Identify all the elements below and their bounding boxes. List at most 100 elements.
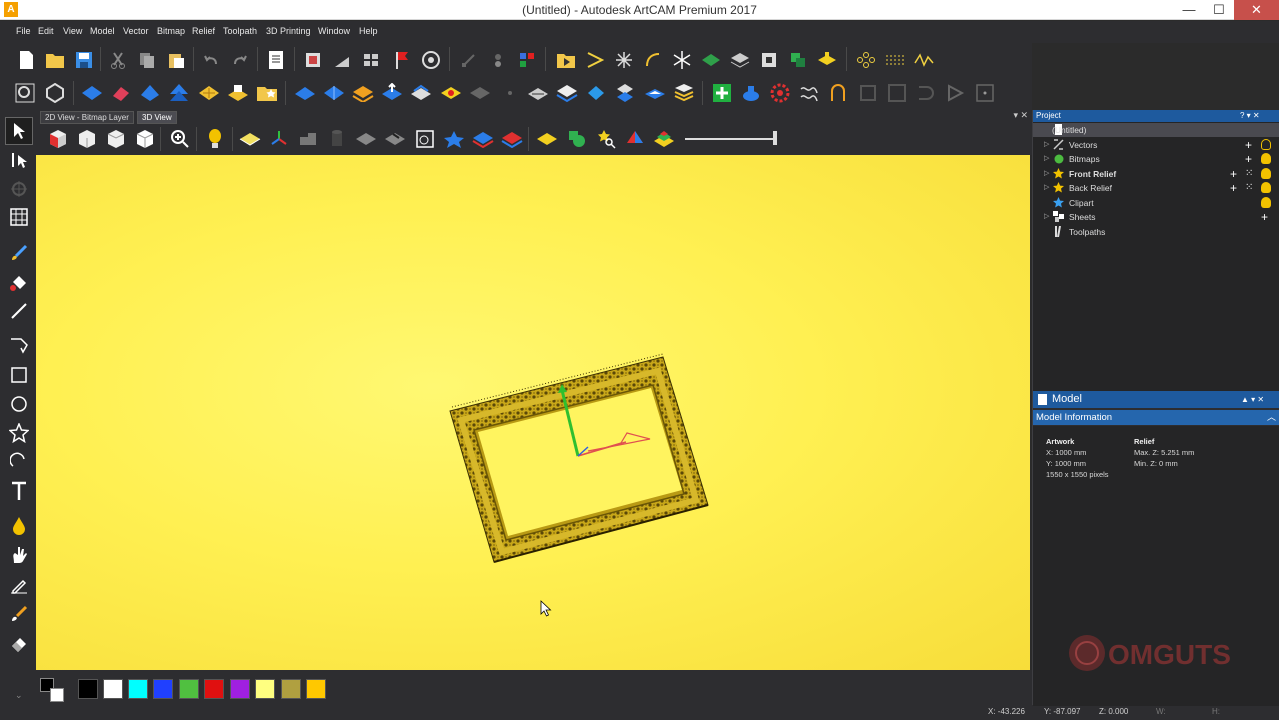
back-relief-grid-icon[interactable]: ⁙ xyxy=(1245,182,1253,193)
menu-relief[interactable]: Relief xyxy=(192,26,215,36)
swatch-light-yellow[interactable] xyxy=(255,679,275,699)
close-window-button[interactable]: ✕ xyxy=(1234,0,1279,20)
relief-frame-model[interactable] xyxy=(36,155,1030,670)
yellow-relief-icon[interactable] xyxy=(816,49,838,71)
white-layers-icon[interactable] xyxy=(556,82,578,104)
palette-expand-icon[interactable]: ⌄ xyxy=(15,690,23,701)
paint-brush-icon[interactable] xyxy=(8,242,30,264)
sparkle-vector-icon[interactable] xyxy=(613,49,635,71)
eraser-relief-icon[interactable] xyxy=(110,82,132,104)
zoom-fit-icon[interactable] xyxy=(14,82,36,104)
tree-item-front-relief[interactable]: ▷ Front Relief + ⁙ xyxy=(1033,167,1279,181)
swatch-olive[interactable] xyxy=(281,679,301,699)
polyline-icon[interactable] xyxy=(8,334,30,356)
view-top-cube-icon[interactable] xyxy=(134,128,156,150)
view-side-cube-icon[interactable] xyxy=(105,128,127,150)
menu-file[interactable]: File xyxy=(16,26,31,36)
curve-vector-icon[interactable] xyxy=(642,49,664,71)
tree-item-back-relief[interactable]: ▷ Back Relief + ⁙ xyxy=(1033,181,1279,195)
cut-icon[interactable] xyxy=(107,49,129,71)
tree-item-vectors[interactable]: ▷ Vectors + xyxy=(1033,138,1279,152)
blue-star-relief-icon[interactable] xyxy=(443,128,465,150)
grey-square-dot-icon[interactable] xyxy=(974,82,996,104)
menu-view[interactable]: View xyxy=(63,26,82,36)
view-front-cube-icon[interactable] xyxy=(76,128,98,150)
grey-play-icon[interactable] xyxy=(944,82,966,104)
grey-box-icon[interactable] xyxy=(857,82,879,104)
slice-relief-icon[interactable] xyxy=(527,82,549,104)
color-layers-icon[interactable] xyxy=(653,128,675,150)
add-back-relief-layer-icon[interactable]: + xyxy=(1230,181,1237,195)
eraser-tool-icon[interactable] xyxy=(8,632,30,654)
expand-arrow-icon[interactable]: ▷ xyxy=(1044,154,1049,162)
green-blocks-icon[interactable] xyxy=(787,49,809,71)
swatch-black[interactable] xyxy=(78,679,98,699)
quality-slider-track[interactable] xyxy=(685,138,775,140)
colour-blocks-icon[interactable] xyxy=(516,49,538,71)
paste-relief-icon[interactable] xyxy=(227,82,249,104)
drop-tool-icon[interactable] xyxy=(8,515,30,537)
save-icon[interactable] xyxy=(73,49,95,71)
small-dot-icon[interactable] xyxy=(499,82,521,104)
dotted-lines-icon[interactable] xyxy=(884,49,906,71)
menu-3d-printing[interactable]: 3D Printing xyxy=(266,26,311,36)
chevron-vector-icon[interactable] xyxy=(584,49,606,71)
select-arrow-icon[interactable] xyxy=(5,117,33,145)
model-size-icon[interactable] xyxy=(302,49,324,71)
grid-icon[interactable] xyxy=(8,206,30,228)
swatch-purple[interactable] xyxy=(230,679,250,699)
blue-tile-icon[interactable] xyxy=(585,82,607,104)
import-folder-icon[interactable] xyxy=(555,49,577,71)
stack-relief-icon[interactable] xyxy=(729,49,751,71)
model-resolution-icon[interactable] xyxy=(331,49,353,71)
smudge-hand-icon[interactable] xyxy=(8,544,30,566)
blue-stack-icon[interactable] xyxy=(381,82,403,104)
tile-icon[interactable] xyxy=(360,49,382,71)
new-file-icon[interactable] xyxy=(15,49,37,71)
lightbulb-icon[interactable] xyxy=(204,128,226,150)
node-edit-icon[interactable] xyxy=(8,150,30,172)
star-shape-icon[interactable] xyxy=(8,422,30,444)
texture-relief-icon[interactable] xyxy=(198,82,220,104)
transform-move-icon[interactable] xyxy=(8,178,30,200)
snowflake-icon[interactable] xyxy=(671,49,693,71)
foreground-background-colour-icon[interactable] xyxy=(40,678,70,702)
grey-cut-slab-icon[interactable] xyxy=(384,128,406,150)
paste-icon[interactable] xyxy=(165,49,187,71)
menu-toolpath[interactable]: Toolpath xyxy=(223,26,257,36)
fill-bucket-icon[interactable] xyxy=(8,272,30,294)
blue-diamond-icon[interactable] xyxy=(81,82,103,104)
tab-2d-view[interactable]: 2D View - Bitmap Layer xyxy=(40,111,134,124)
add-green-icon[interactable] xyxy=(711,82,733,104)
vectors-visibility-bulb-icon[interactable] xyxy=(1261,139,1271,150)
orange-arch-icon[interactable] xyxy=(827,82,849,104)
tree-item-clipart[interactable]: Clipart xyxy=(1033,196,1279,210)
expand-arrow-icon[interactable]: ▷ xyxy=(1044,140,1049,148)
green-shapes-icon[interactable] xyxy=(566,128,588,150)
menu-edit[interactable]: Edit xyxy=(38,26,54,36)
yellow-plane-icon[interactable] xyxy=(536,128,558,150)
split-relief-icon[interactable] xyxy=(614,82,636,104)
zoom-in-icon[interactable] xyxy=(169,128,191,150)
tree-item-toolpaths[interactable]: Toolpaths xyxy=(1033,225,1279,239)
yellow-pin-icon[interactable] xyxy=(440,82,462,104)
view-iso-red-cube-icon[interactable] xyxy=(47,128,69,150)
add-vector-layer-icon[interactable]: + xyxy=(1245,138,1252,152)
back-relief-visibility-bulb-icon[interactable] xyxy=(1261,182,1271,193)
relief-lock-icon[interactable] xyxy=(44,82,66,104)
blue-pot-icon[interactable] xyxy=(740,82,762,104)
swatch-cyan[interactable] xyxy=(128,679,148,699)
red-gear-icon[interactable] xyxy=(769,82,791,104)
sculpt-brush-icon[interactable] xyxy=(8,603,30,625)
vector-node-edit-icon[interactable] xyxy=(458,49,480,71)
arc-icon[interactable] xyxy=(8,450,30,472)
menu-bitmap[interactable]: Bitmap xyxy=(157,26,185,36)
add-bitmap-layer-icon[interactable]: + xyxy=(1245,152,1252,166)
frame-relief-icon[interactable] xyxy=(758,49,780,71)
swatch-gold[interactable] xyxy=(306,679,326,699)
swatch-white[interactable] xyxy=(103,679,123,699)
notes-icon[interactable] xyxy=(265,49,287,71)
ellipse-icon[interactable] xyxy=(8,393,30,415)
material-block-icon[interactable] xyxy=(297,128,319,150)
swatch-green[interactable] xyxy=(179,679,199,699)
